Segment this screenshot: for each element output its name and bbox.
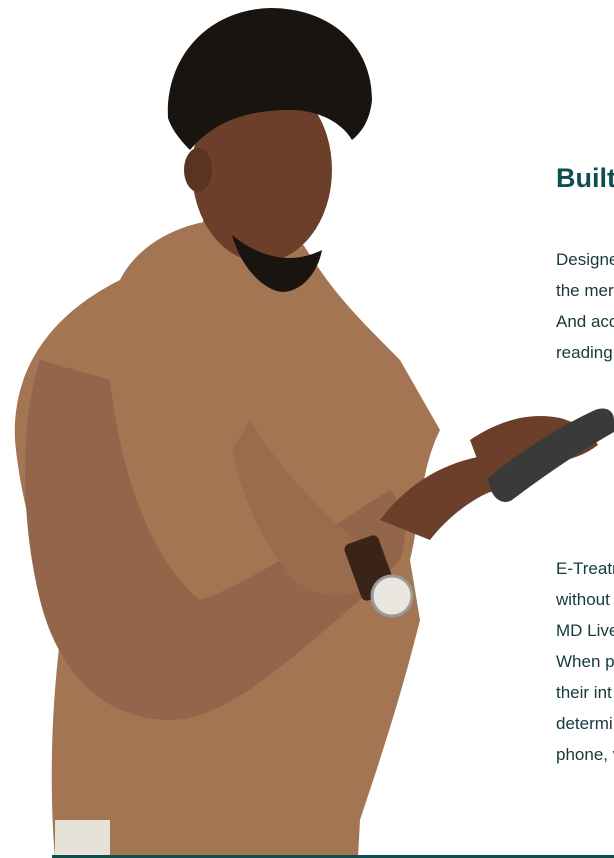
pants xyxy=(55,820,110,858)
section-heading: Built xyxy=(556,163,614,193)
paragraph-line: without xyxy=(556,590,610,609)
paragraph-line: determi xyxy=(556,714,613,733)
paragraph-line: Designe xyxy=(556,250,614,269)
paragraph-line: phone, v xyxy=(556,745,614,764)
paragraph-line: reading xyxy=(556,343,613,362)
paragraph-line: the mer xyxy=(556,281,614,300)
hero-photo-man-with-phone xyxy=(14,8,614,858)
paragraph-line: E-Treatn xyxy=(556,559,614,578)
paragraph-line: And acc xyxy=(556,312,614,331)
paragraph-1: Designe the mer And acc reading xyxy=(556,244,614,368)
paragraph-3: When p their int determi phone, v xyxy=(556,646,614,770)
paragraph-line: MD Live xyxy=(556,621,614,640)
ear xyxy=(184,148,212,192)
paragraph-2: E-Treatn without MD Live xyxy=(556,553,614,646)
watch-face xyxy=(370,574,414,618)
paragraph-line: When p xyxy=(556,652,614,671)
paragraph-line: their int xyxy=(556,683,612,702)
